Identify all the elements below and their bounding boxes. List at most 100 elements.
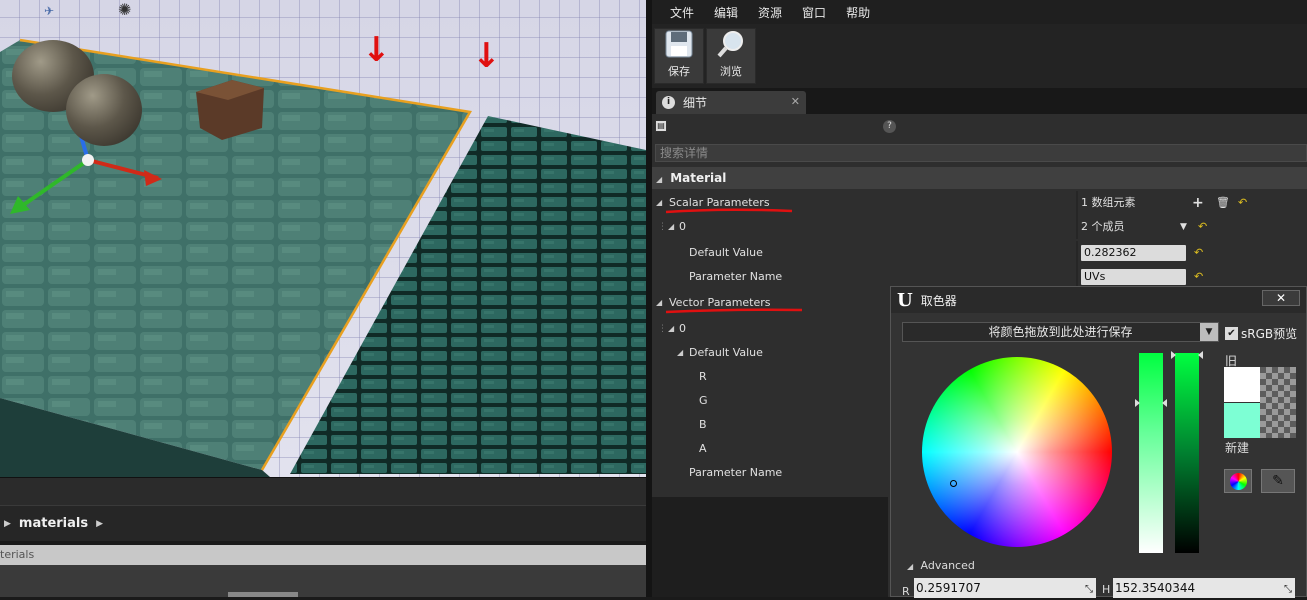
parameter-name-label: Parameter Name <box>689 270 783 283</box>
slider-marker[interactable] <box>1198 351 1203 359</box>
slider-marker[interactable] <box>1162 399 1167 407</box>
close-icon[interactable]: ✕ <box>791 95 800 108</box>
red-underline-annotation <box>665 308 803 314</box>
value-slider[interactable] <box>1175 353 1199 553</box>
default-value-field[interactable]: 0.282362 <box>1081 245 1186 261</box>
advanced-label: Advanced <box>920 559 975 572</box>
saturation-slider[interactable] <box>1139 353 1163 553</box>
color-wheel-icon <box>1230 473 1247 490</box>
triangle-down-icon: ◢ <box>677 348 684 357</box>
save-label: 保存 <box>668 65 690 78</box>
eyedropper-button[interactable]: ✎ <box>1261 469 1295 493</box>
default-value-label: Default Value <box>689 246 763 259</box>
menu-help[interactable]: 帮助 <box>836 4 880 21</box>
viewport-scene <box>0 38 646 477</box>
old-color-swatch[interactable] <box>1224 367 1260 402</box>
browse-button[interactable]: 浏览 <box>706 28 756 84</box>
close-button[interactable]: ✕ <box>1262 290 1300 306</box>
add-element-icon[interactable]: + <box>1192 191 1204 215</box>
drag-handle-icon[interactable]: ⋮ <box>658 317 667 341</box>
channel-r-label: R <box>699 370 707 383</box>
member-count: 2 个成员 <box>1081 220 1125 233</box>
h-value: 152.3540344 <box>1115 581 1196 595</box>
menu-edit[interactable]: 编辑 <box>704 4 748 21</box>
save-icon <box>665 30 693 58</box>
category-label: Material <box>670 171 727 185</box>
menu-asset[interactable]: 资源 <box>748 4 792 21</box>
save-button[interactable]: 保存 <box>654 28 704 84</box>
menu-bar: 文件 编辑 资源 窗口 帮助 <box>652 0 1307 24</box>
triangle-down-icon: ◢ <box>907 562 914 571</box>
alpha-checker-preview <box>1260 367 1296 438</box>
directional-light-icon[interactable]: ✈ <box>44 4 54 18</box>
dropdown-arrow-icon[interactable]: ▼ <box>1180 215 1187 239</box>
slider-marker[interactable] <box>1171 351 1176 359</box>
breadcrumb-materials[interactable]: materials <box>19 516 88 531</box>
r-value-field[interactable]: 0.2591707 ⤡ <box>914 578 1096 598</box>
lock-icon[interactable]: ▤ <box>655 120 667 132</box>
resize-arrow-icon[interactable]: ⤡ <box>1085 580 1093 600</box>
color-drop-zone[interactable]: 将颜色拖放到此处进行保存 ▼ <box>902 322 1219 342</box>
resize-arrow-icon[interactable]: ⤡ <box>1284 580 1292 600</box>
details-empty-area <box>652 497 888 597</box>
trash-icon[interactable]: 🗑 <box>1216 191 1230 215</box>
color-picker-titlebar[interactable]: U 取色器 ✕ <box>891 287 1306 313</box>
menu-window[interactable]: 窗口 <box>792 4 836 21</box>
content-browser-area <box>0 565 646 597</box>
content-scrollbar[interactable] <box>228 592 298 597</box>
red-arrow-annotation: ↓ <box>362 30 391 70</box>
reset-icon[interactable]: ↶ <box>1238 191 1247 215</box>
color-wheel-cursor[interactable] <box>950 480 957 487</box>
vector-parameter-name-label: Parameter Name <box>689 466 783 479</box>
vector-default-label: Default Value <box>689 346 763 359</box>
advanced-toggle[interactable]: ◢ Advanced <box>907 559 975 572</box>
slider-marker[interactable] <box>1135 399 1140 407</box>
browse-label: 浏览 <box>720 65 742 78</box>
color-wheel-mode-button[interactable] <box>1224 469 1252 493</box>
info-icon: i <box>662 96 675 109</box>
scalar-index-row[interactable]: ⋮ ◢ 0 2 个成员 ▼ ↶ <box>652 215 1307 239</box>
drag-handle-icon[interactable]: ⋮ <box>658 215 667 239</box>
color-wheel[interactable] <box>922 357 1112 547</box>
unreal-logo-icon: U <box>897 289 913 311</box>
tab-details-label: 细节 <box>683 96 708 110</box>
reset-icon[interactable]: ↶ <box>1194 241 1203 265</box>
triangle-down-icon: ◢ <box>656 175 663 184</box>
srgb-preview-toggle[interactable]: ✔ sRGB预览 <box>1225 325 1297 342</box>
array-count: 1 数组元素 <box>1081 196 1136 209</box>
new-color-swatch[interactable] <box>1224 403 1260 438</box>
triangle-down-icon: ◢ <box>668 222 675 231</box>
scalar-params-row[interactable]: ◢ Scalar Parameters 1 数组元素 + 🗑 ↶ <box>652 191 1307 215</box>
chevron-right-icon[interactable]: ▶ <box>4 519 11 529</box>
content-browser-path: ▶ materials ▶ <box>0 505 646 541</box>
parameter-name-field[interactable]: UVs <box>1081 269 1186 285</box>
viewport-bottom-bar <box>0 477 646 505</box>
help-icon[interactable]: ? <box>883 120 896 133</box>
reset-icon[interactable]: ↶ <box>1198 215 1207 239</box>
sphere-actor-2[interactable] <box>66 74 142 146</box>
category-material[interactable]: ◢ Material <box>652 167 1307 189</box>
details-search-input[interactable]: 搜索详情 <box>655 144 1307 162</box>
checkbox-checked-icon[interactable]: ✔ <box>1225 327 1238 340</box>
h-label: H <box>1102 583 1111 596</box>
scalar-index-label: 0 <box>679 220 686 233</box>
chevron-down-icon[interactable]: ▼ <box>1200 323 1218 341</box>
chevron-right-icon[interactable]: ▶ <box>96 519 103 529</box>
red-underline-annotation <box>665 208 793 214</box>
content-search-input[interactable]: terials <box>0 545 646 565</box>
channel-b-label: B <box>699 418 707 431</box>
level-viewport[interactable]: ✈ ✺ ↓ ↓ <box>0 0 646 477</box>
h-value-field[interactable]: 152.3540344 ⤡ <box>1113 578 1295 598</box>
sun-sky-icon[interactable]: ✺ <box>118 0 131 19</box>
eyedropper-icon: ✎ <box>1272 473 1284 489</box>
menu-file[interactable]: 文件 <box>660 4 704 21</box>
r-value: 0.2591707 <box>916 581 981 595</box>
tab-details[interactable]: i 细节 ✕ <box>656 91 806 114</box>
vector-index-label: 0 <box>679 322 686 335</box>
triangle-down-icon: ◢ <box>668 324 675 333</box>
drop-zone-label: 将颜色拖放到此处进行保存 <box>988 325 1133 339</box>
channel-g-label: G <box>699 394 708 407</box>
srgb-label: sRGB预览 <box>1241 327 1298 341</box>
color-picker-title: 取色器 <box>920 293 957 308</box>
toolbar: 保存 浏览 <box>652 24 1307 88</box>
